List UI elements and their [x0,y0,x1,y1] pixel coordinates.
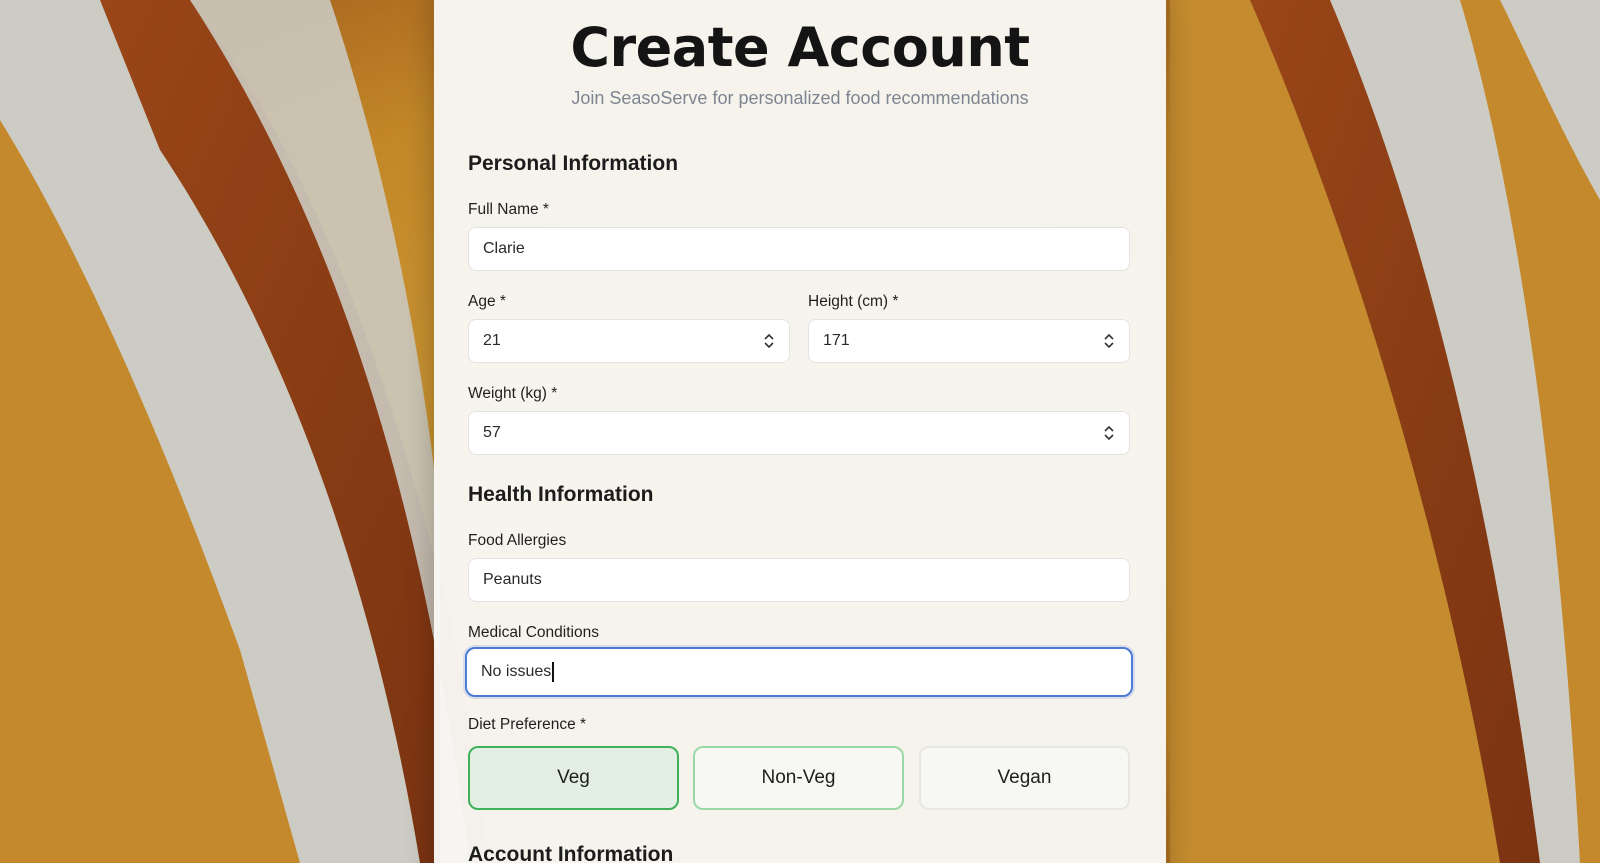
allergies-label: Food Allergies [468,532,567,549]
weight-input[interactable]: 57 [468,411,1130,455]
signup-card: Create Account Join SeasoServe for perso… [434,0,1166,863]
stepper-icon[interactable] [1103,332,1115,350]
stepper-icon[interactable] [763,332,775,350]
diet-option-non-veg[interactable]: Non-Veg [693,746,904,810]
full-name-input[interactable]: Clarie [468,227,1130,271]
age-value: 21 [483,332,501,349]
diet-label: Diet Preference * [468,716,587,733]
page-subtitle: Join SeasoServe for personalized food re… [571,88,1029,108]
age-label: Age * [468,293,506,310]
section-title-account: Account Information [468,843,674,863]
medical-label: Medical Conditions [468,624,599,641]
stepper-icon[interactable] [1103,424,1115,442]
full-name-value: Clarie [483,240,525,257]
age-input[interactable]: 21 [468,319,790,363]
height-label: Height (cm) * [808,293,899,310]
weight-value: 57 [483,424,501,441]
allergies-input[interactable]: Peanuts [468,558,1130,602]
diet-option-veg[interactable]: Veg [468,746,679,810]
text-caret [552,662,554,682]
full-name-label: Full Name * [468,201,549,218]
height-input[interactable]: 171 [808,319,1130,363]
height-value: 171 [823,332,850,349]
section-title-health: Health Information [468,483,654,506]
weight-label: Weight (kg) * [468,385,558,402]
diet-option-vegan[interactable]: Vegan [919,746,1130,810]
allergies-value: Peanuts [483,571,542,588]
medical-input[interactable]: No issues [465,647,1133,697]
page-title: Create Account [570,16,1030,79]
section-title-personal: Personal Information [468,152,679,175]
medical-value: No issues [481,663,552,680]
